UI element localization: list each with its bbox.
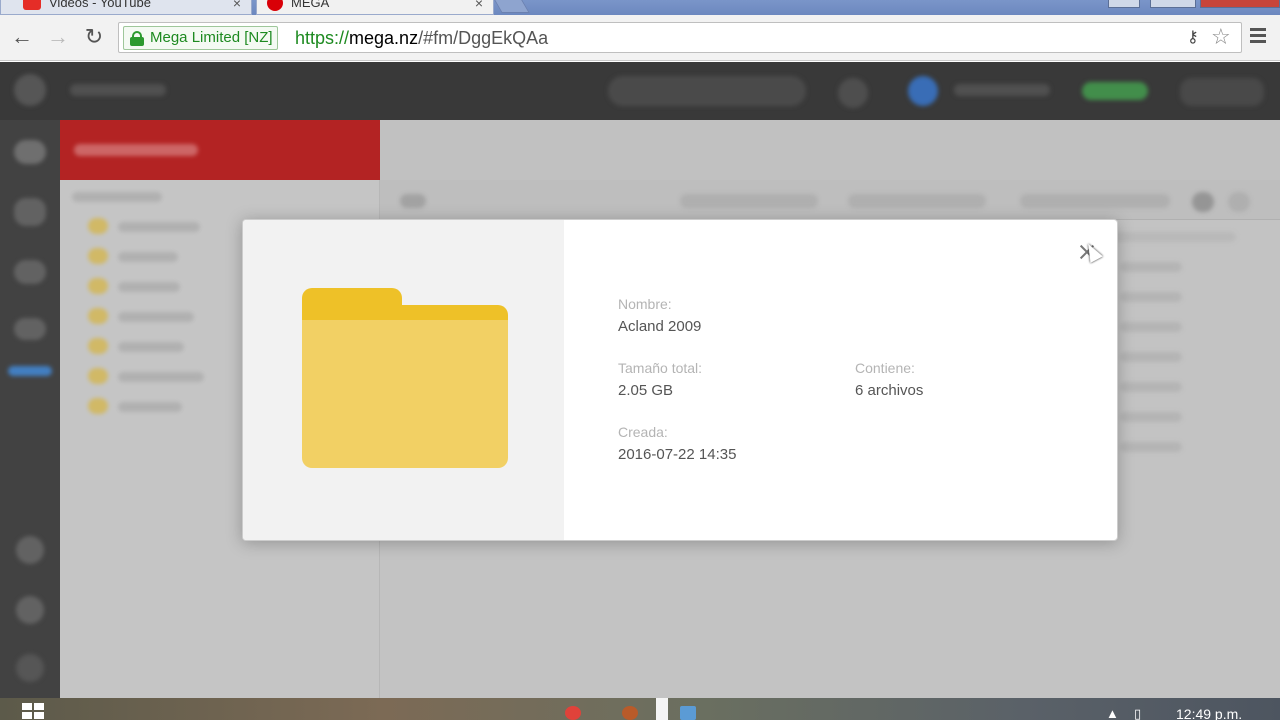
window-close-button[interactable] [1200, 0, 1280, 8]
total-size-value: 2.05 GB [618, 382, 674, 399]
url-path: /#fm/DggEkQAa [418, 28, 549, 48]
ev-badge-label: Mega Limited [NZ] [150, 29, 273, 46]
taskbar-clock[interactable]: 12:49 p.m. [1176, 706, 1242, 720]
contains-label: Contiene: [855, 360, 915, 376]
tab-close-icon[interactable]: × [475, 0, 483, 11]
tab-title: MEGA [291, 0, 330, 10]
name-label: Nombre: [618, 296, 672, 312]
back-arrow-icon[interactable]: ← [10, 25, 34, 49]
url-host: mega.nz [349, 28, 419, 48]
tab-youtube[interactable]: Videos - YouTube × [0, 0, 252, 15]
window-minimize-button[interactable] [1108, 0, 1140, 8]
created-label: Creada: [618, 424, 668, 440]
total-size-label: Tamaño total: [618, 360, 703, 376]
url-text[interactable]: https://mega.nz/#fm/DggEkQAa [295, 27, 548, 49]
dialog-preview-pane [243, 220, 564, 540]
lock-icon [130, 31, 144, 46]
chrome-taskbar-icon[interactable] [565, 706, 581, 720]
address-bar[interactable]: Mega Limited [NZ] https://mega.nz/#fm/Dg… [118, 22, 1242, 53]
created-value: 2016-07-22 14:35 [618, 446, 737, 463]
url-scheme: https:// [295, 28, 350, 48]
new-tab-button[interactable] [494, 0, 530, 13]
tray-chevron-icon[interactable]: ▲ [1106, 706, 1119, 720]
mega-favicon-icon [267, 0, 283, 11]
folder-info-dialog: Nombre: Acland 2009 Tamaño total: 2.05 G… [242, 219, 1118, 541]
power-plug-icon[interactable]: ▯ [1134, 706, 1141, 720]
app-taskbar-icon[interactable] [622, 706, 638, 720]
bookmark-star-icon[interactable]: ☆ [1211, 24, 1231, 50]
reload-icon[interactable]: ↻ [82, 25, 106, 49]
tab-close-icon[interactable]: × [233, 0, 241, 11]
active-window-indicator[interactable] [656, 698, 668, 720]
explorer-taskbar-icon[interactable] [680, 706, 696, 720]
youtube-favicon-icon [23, 0, 41, 10]
browser-tab-strip: Videos - YouTube × MEGA × [0, 0, 1280, 15]
name-value: Acland 2009 [618, 318, 702, 335]
tab-title: Videos - YouTube [49, 0, 151, 10]
key-icon[interactable]: ⚷ [1187, 27, 1199, 47]
hamburger-menu-icon[interactable] [1248, 25, 1268, 49]
screen: Videos - YouTube × MEGA × ← → ↻ Mega Lim… [0, 0, 1280, 720]
contains-value: 6 archivos [855, 382, 924, 399]
window-maximize-button[interactable] [1150, 0, 1196, 8]
forward-arrow-icon[interactable]: → [46, 25, 70, 49]
windows-taskbar: ▲ ▯ 12:49 p.m. [0, 698, 1280, 720]
tab-mega[interactable]: MEGA × [256, 0, 494, 15]
windows-start-icon[interactable] [22, 703, 46, 720]
browser-toolbar: ← → ↻ Mega Limited [NZ] https://mega.nz/… [0, 15, 1280, 61]
ev-certificate-badge[interactable]: Mega Limited [NZ] [123, 26, 278, 50]
folder-icon [302, 288, 508, 468]
